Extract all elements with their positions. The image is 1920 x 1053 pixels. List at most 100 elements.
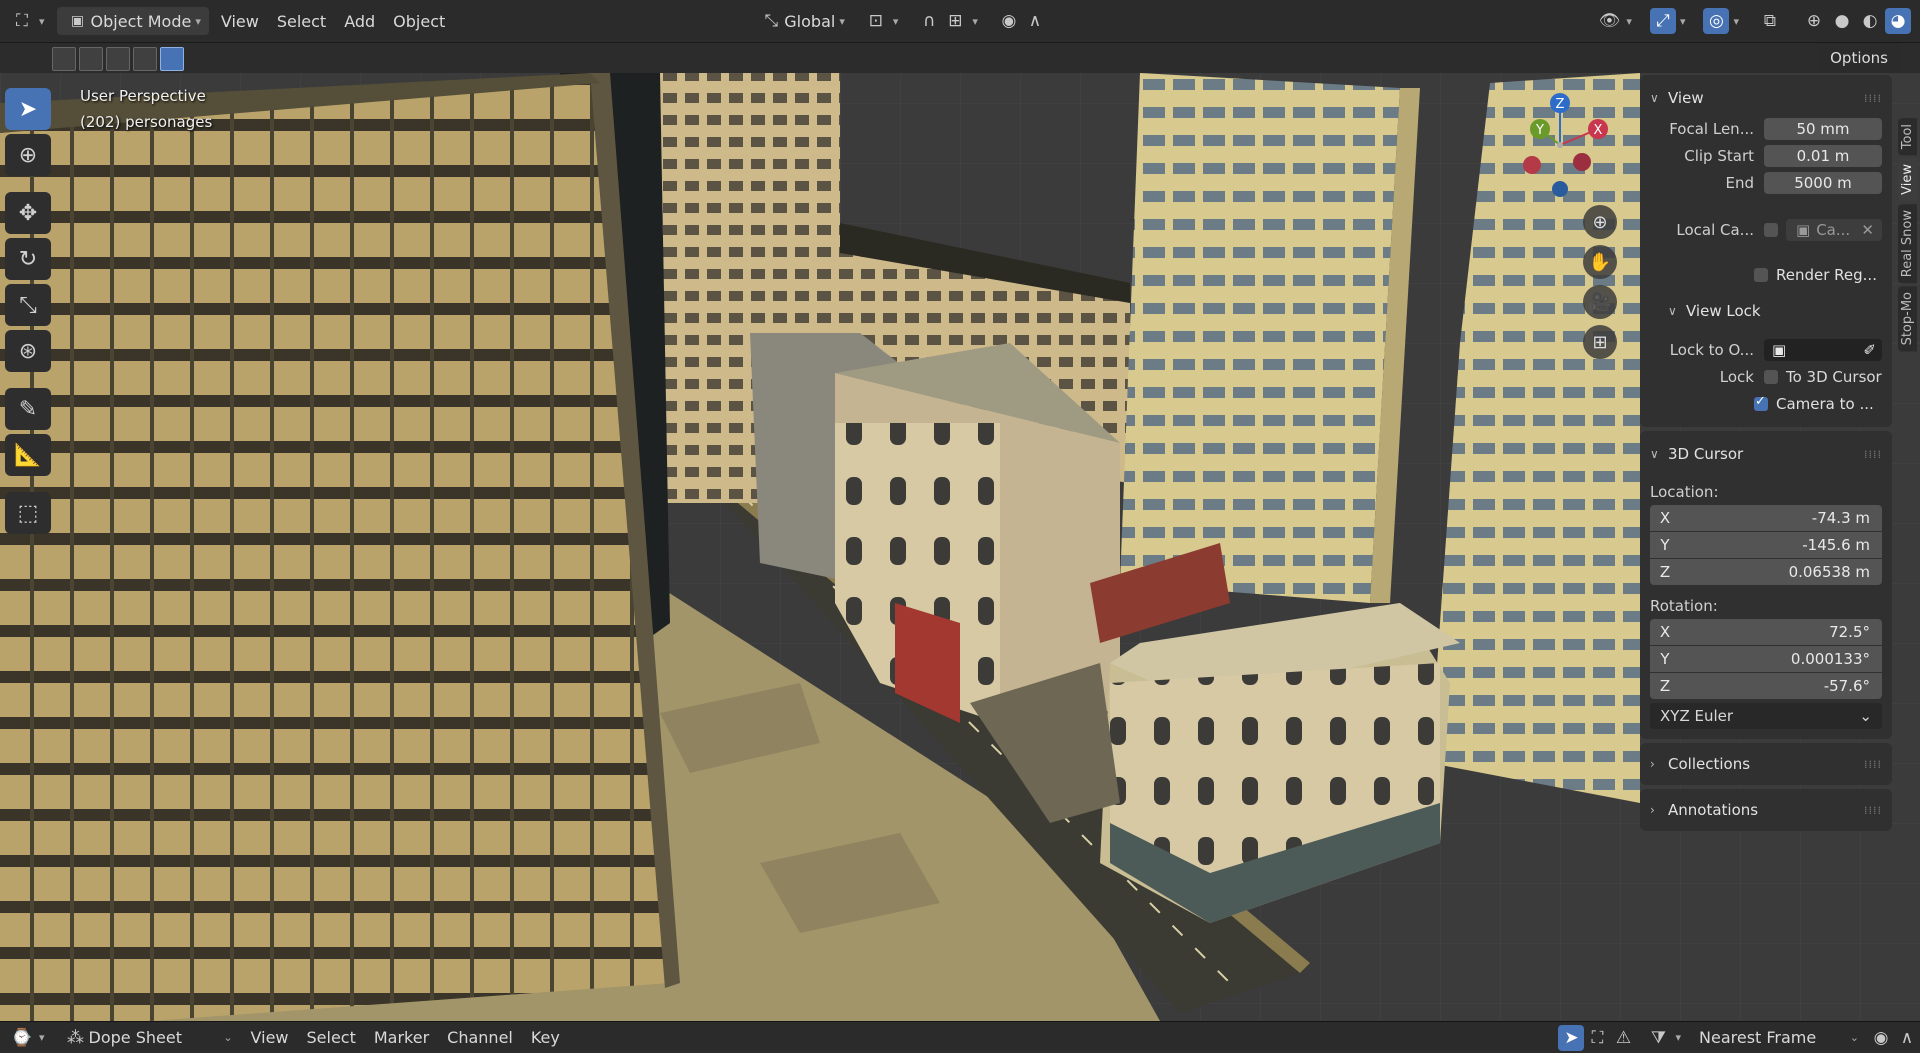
transform-tool[interactable]: ⊛ (5, 330, 51, 372)
select-extend-icon[interactable] (79, 47, 103, 71)
lock-to-cursor-checkbox[interactable] (1764, 369, 1778, 384)
rotation-mode-dropdown[interactable]: XYZ Euler ⌄ (1650, 703, 1882, 729)
zoom-button[interactable]: ⊕ (1583, 205, 1617, 239)
select-new-icon[interactable] (52, 47, 76, 71)
clip-end-field[interactable]: 5000 m (1764, 171, 1882, 194)
clip-start-field[interactable]: 0.01 m (1764, 144, 1882, 167)
select-intersect-icon[interactable] (160, 47, 184, 71)
proportional-edit-toggle[interactable]: ◉ ∧ (987, 0, 1057, 42)
location-z-field[interactable]: Z 0.06538 m (1650, 559, 1882, 585)
drag-grip-icon[interactable]: ⁞⁞⁞⁞ (1864, 758, 1882, 771)
collections-panel[interactable]: › Collections ⁞⁞⁞⁞ (1640, 743, 1892, 785)
clip-start-row: Clip Start 0.01 m (1640, 142, 1892, 169)
snap-toggle[interactable]: ∩ ⊞ ▾ (907, 0, 987, 42)
camera-view-button[interactable]: 🎥 (1583, 285, 1617, 319)
lock-to-object-label: Lock to O... (1669, 340, 1754, 359)
rotate-tool[interactable]: ↻ (5, 238, 51, 280)
transform-icon: ⊛ (18, 338, 38, 364)
editor-type-button[interactable]: ⛶ ▾ (0, 0, 54, 42)
footer-menu-marker[interactable]: Marker (365, 1022, 438, 1053)
scale-tool[interactable]: ⤡ (5, 284, 51, 326)
3d-viewport[interactable]: Options User Perspective (202) personage… (0, 43, 1920, 1021)
3d-cursor-header[interactable]: ∨ 3D Cursor ⁞⁞⁞⁞ (1640, 437, 1892, 471)
annotate-tool[interactable]: ✎ (5, 388, 51, 430)
add-cube-tool[interactable]: ⬚ (5, 492, 51, 534)
drag-grip-icon[interactable]: ⁞⁞⁞⁞ (1864, 92, 1882, 105)
options-dropdown[interactable]: Options (1818, 43, 1900, 73)
camera-to-view-checkbox[interactable] (1754, 394, 1768, 411)
annotations-header[interactable]: › Annotations ⁞⁞⁞⁞ (1640, 793, 1892, 827)
tab-real-snow[interactable]: Real Snow (1898, 204, 1917, 284)
drag-grip-icon[interactable]: ⁞⁞⁞⁞ (1864, 804, 1882, 817)
material-shading-icon[interactable]: ◐ (1857, 8, 1883, 34)
collections-header[interactable]: › Collections ⁞⁞⁞⁞ (1640, 747, 1892, 781)
view-panel-header[interactable]: ∨ View ⁞⁞⁞⁞ (1640, 81, 1892, 115)
proportional-icon[interactable]: ◉ (1868, 1025, 1894, 1051)
hidden-icon[interactable]: ⛶ (1584, 1025, 1610, 1051)
mode-label: Object Mode (90, 11, 192, 31)
local-camera-label: Local Ca... (1676, 220, 1754, 239)
gizmo-neg-y-axis[interactable] (1523, 156, 1541, 174)
navigation-gizmo[interactable]: Z X Y (1510, 87, 1620, 197)
tab-view[interactable]: View (1898, 158, 1917, 202)
visibility-dropdown[interactable]: 👁 ▾ (1587, 0, 1641, 42)
tool-divider (5, 376, 57, 384)
rotation-x-field[interactable]: X 72.5° (1650, 619, 1882, 645)
editor-mode-dropdown[interactable]: ⁂ Dope Sheet ⌄ (54, 1022, 242, 1053)
only-selected-icon[interactable]: ➤ (1558, 1024, 1585, 1051)
local-camera-field[interactable]: ▣ Ca... ✕ (1786, 218, 1882, 241)
tab-stop-mo[interactable]: Stop-Mo (1898, 286, 1917, 352)
overlay-toggle[interactable]: ◎ ▾ (1694, 0, 1748, 42)
errors-icon[interactable]: ⚠ (1610, 1025, 1636, 1051)
transform-orientation-dropdown[interactable]: ⤡ Global ▾ (749, 0, 854, 42)
snap-dropdown[interactable]: Nearest Frame ⌄ (1690, 1022, 1868, 1053)
location-x-field[interactable]: X -74.3 m (1650, 505, 1882, 531)
view-lock-header[interactable]: ∨ View Lock (1640, 294, 1892, 328)
footer-menu-view[interactable]: View (242, 1022, 298, 1053)
render-region-checkbox[interactable] (1754, 267, 1768, 282)
menu-object[interactable]: Object (384, 0, 454, 42)
gizmo-neg-x-axis[interactable] (1573, 153, 1591, 171)
menu-select[interactable]: Select (268, 0, 335, 42)
select-subtract-icon[interactable] (106, 47, 130, 71)
falloff-icon[interactable]: ∧ (1894, 1025, 1920, 1051)
select-invert-icon[interactable] (133, 47, 157, 71)
rotation-mode-label: XYZ Euler (1660, 707, 1734, 725)
tab-tool[interactable]: Tool (1898, 118, 1917, 156)
pivot-point-dropdown[interactable]: ⊡ ▾ (854, 0, 908, 42)
cursor-tool[interactable]: ⊕ (5, 134, 51, 176)
focal-length-field[interactable]: 50 mm (1764, 117, 1882, 140)
clear-icon[interactable]: ✕ (1861, 219, 1882, 241)
footer-menu-select[interactable]: Select (298, 1022, 365, 1053)
select-box-tool[interactable]: ➤ (5, 88, 51, 130)
move-tool[interactable]: ✥ (5, 192, 51, 234)
annotations-panel[interactable]: › Annotations ⁞⁞⁞⁞ (1640, 789, 1892, 831)
solid-shading-icon[interactable]: ● (1829, 8, 1855, 34)
annotations-title: Annotations (1668, 801, 1759, 819)
shading-modes[interactable]: ⊕ ● ◐ ◕ (1792, 0, 1920, 42)
rotation-y-field[interactable]: Y 0.000133° (1650, 646, 1882, 672)
editor-type-button[interactable]: ⌚ ▾ (0, 1022, 54, 1053)
footer-menu-key[interactable]: Key (522, 1022, 569, 1053)
wireframe-shading-icon[interactable]: ⊕ (1801, 8, 1827, 34)
pan-button[interactable]: ✋ (1583, 245, 1617, 279)
xray-toggle[interactable]: ⧉ (1748, 0, 1792, 42)
rotation-z-field[interactable]: Z -57.6° (1650, 673, 1882, 699)
footer-menu-channel[interactable]: Channel (438, 1022, 522, 1053)
eyedropper-icon[interactable]: ✐ (1863, 339, 1882, 361)
menu-add[interactable]: Add (335, 0, 384, 42)
gizmo-neg-z-axis[interactable] (1552, 181, 1568, 197)
rendered-shading-icon[interactable]: ◕ (1885, 8, 1911, 34)
drag-grip-icon[interactable]: ⁞⁞⁞⁞ (1864, 448, 1882, 461)
menu-view[interactable]: View (212, 0, 268, 42)
measure-tool[interactable]: 📐 (5, 434, 51, 476)
location-y-field[interactable]: Y -145.6 m (1650, 532, 1882, 558)
hand-icon: ✋ (1588, 251, 1612, 273)
ortho-toggle-button[interactable]: ⊞ (1583, 325, 1617, 359)
filter-dropdown[interactable]: ⧩ ▾ (1636, 1022, 1690, 1053)
local-camera-checkbox[interactable] (1764, 222, 1778, 237)
lock-to-object-field[interactable]: ▣ ✐ (1764, 338, 1882, 361)
lock-to-cursor-label: To 3D Cursor (1786, 367, 1882, 386)
mode-dropdown[interactable]: ▣ Object Mode ▾ (56, 7, 209, 35)
gizmo-toggle[interactable]: ⤢ ▾ (1641, 0, 1695, 42)
